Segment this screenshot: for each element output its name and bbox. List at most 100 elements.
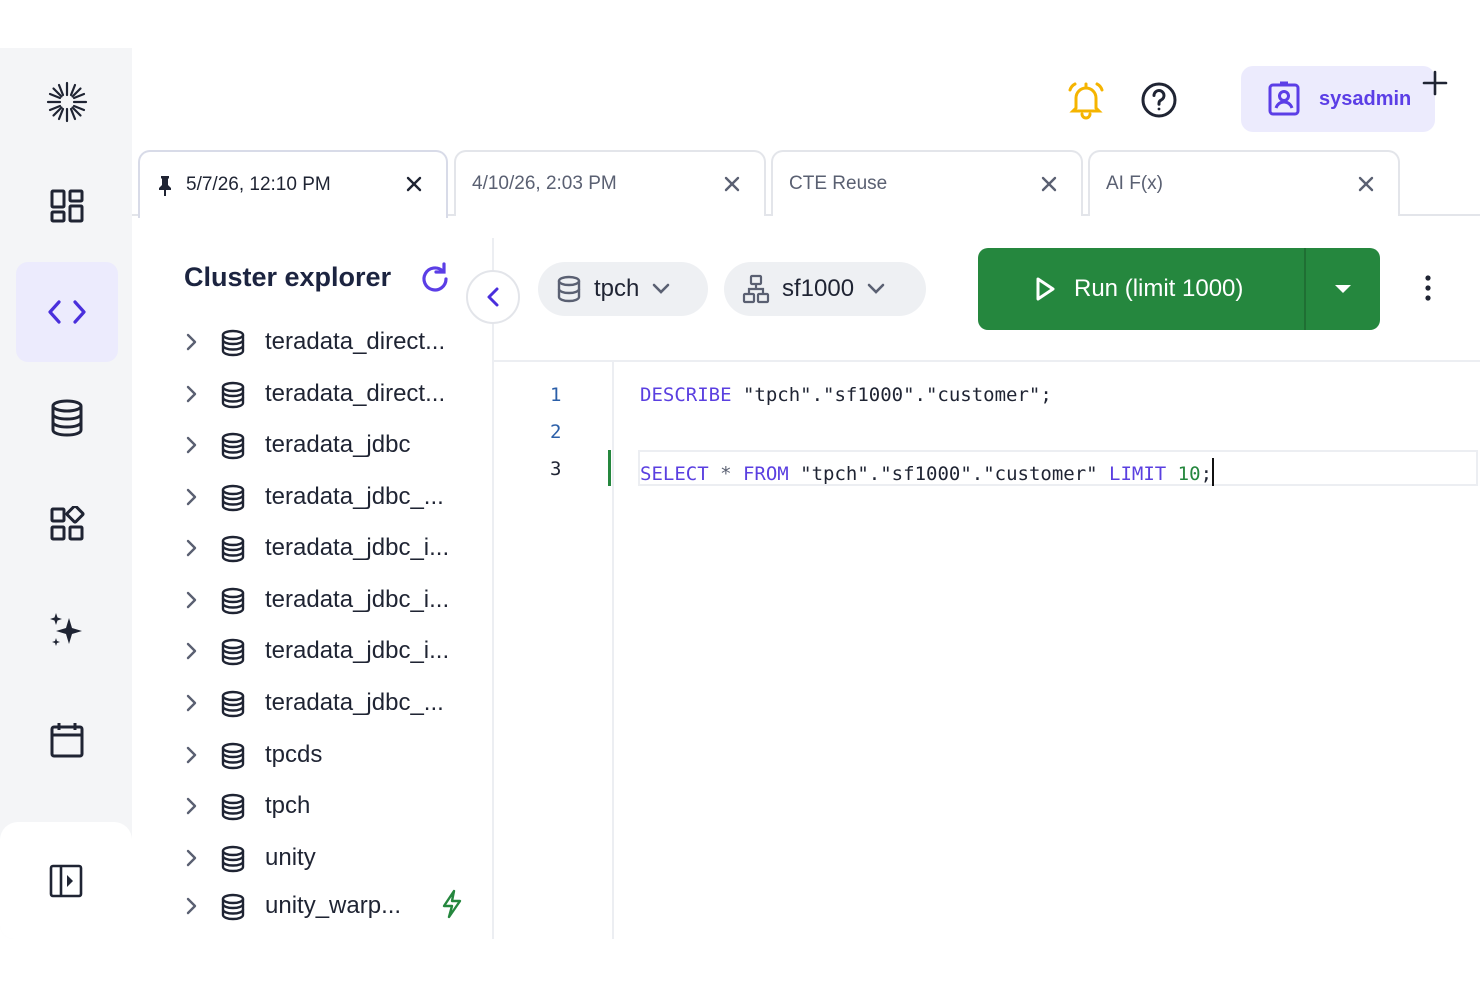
- tab-cte-reuse[interactable]: CTE Reuse: [771, 150, 1083, 216]
- catalog-name: teradata_jdbc_...: [265, 689, 444, 716]
- catalog-name: teradata_direct...: [265, 328, 446, 355]
- catalog-tree-item[interactable]: teradata_jdbc_i...: [132, 580, 492, 620]
- play-icon: [1036, 277, 1055, 301]
- notifications-bell-icon[interactable]: [1066, 80, 1106, 124]
- user-badge-icon: [1268, 81, 1300, 116]
- catalog-name: teradata_jdbc_i...: [265, 586, 450, 613]
- lightning-icon: [442, 889, 462, 919]
- database-icon: [221, 742, 245, 770]
- chevron-right-icon[interactable]: [184, 435, 198, 455]
- database-icon: [221, 587, 245, 615]
- add-tab-icon[interactable]: [1422, 70, 1448, 100]
- chevron-down-icon: [867, 283, 885, 294]
- schema-select[interactable]: sf1000: [724, 262, 926, 316]
- more-options-icon[interactable]: [1424, 274, 1432, 306]
- chevron-right-icon[interactable]: [184, 745, 198, 765]
- tab-label: AI F(x): [1106, 173, 1163, 194]
- catalog-tree-item[interactable]: teradata_direct...: [132, 322, 492, 362]
- logo-icon[interactable]: [16, 52, 118, 152]
- catalog-select[interactable]: tpch: [538, 262, 708, 316]
- cluster-explorer-title: Cluster explorer: [184, 262, 392, 292]
- chevron-right-icon[interactable]: [184, 896, 198, 916]
- database-icon: [221, 638, 245, 666]
- database-icon: [221, 845, 245, 873]
- close-icon[interactable]: [1356, 174, 1376, 194]
- tab-ai-fx[interactable]: AI F(x): [1088, 150, 1400, 216]
- catalog-tree-item[interactable]: teradata_jdbc_...: [132, 477, 492, 517]
- chevron-right-icon[interactable]: [184, 796, 198, 816]
- catalog-name: unity: [265, 844, 316, 871]
- sql-text: ;: [1200, 463, 1213, 485]
- chevron-left-icon: [487, 287, 499, 307]
- app-frame: sysadmin 5/7/26, 12:10 PM 4/10/26, 2:03 …: [0, 48, 1480, 939]
- sql-operator: *: [708, 463, 743, 485]
- collapse-explorer-button[interactable]: [466, 270, 520, 324]
- dashboard-icon[interactable]: [16, 156, 118, 256]
- tab-query-2[interactable]: 4/10/26, 2:03 PM: [454, 150, 766, 216]
- close-icon[interactable]: [404, 174, 424, 194]
- chevron-right-icon[interactable]: [184, 590, 198, 610]
- database-icon: [221, 893, 245, 921]
- run-button-group: Run (limit 1000): [978, 248, 1380, 330]
- catalog-tree-item[interactable]: teradata_jdbc_i...: [132, 528, 492, 568]
- sql-keyword: FROM: [742, 463, 789, 485]
- chevron-right-icon[interactable]: [184, 487, 198, 507]
- chevron-right-icon[interactable]: [184, 538, 198, 558]
- caret-down-icon: [1335, 285, 1351, 293]
- chevron-down-icon: [653, 283, 670, 294]
- left-rail: [0, 48, 132, 939]
- user-menu-button[interactable]: sysadmin: [1241, 66, 1435, 132]
- expand-sidebar-button[interactable]: [0, 822, 132, 939]
- text-cursor: [1212, 458, 1215, 486]
- calendar-icon[interactable]: [16, 690, 118, 790]
- catalog-name: teradata_direct...: [265, 380, 446, 407]
- line-number: 3: [550, 458, 562, 480]
- user-name: sysadmin: [1319, 87, 1412, 110]
- query-tabs: 5/7/26, 12:10 PM 4/10/26, 2:03 PM CTE Re…: [132, 150, 1480, 218]
- catalog-name: teradata_jdbc_...: [265, 483, 444, 510]
- chevron-right-icon[interactable]: [184, 641, 198, 661]
- database-icon: [221, 535, 245, 563]
- apps-icon[interactable]: [16, 474, 118, 574]
- catalog-tree-item[interactable]: unity: [132, 838, 492, 878]
- tab-label: 5/7/26, 12:10 PM: [186, 174, 331, 195]
- tab-label: CTE Reuse: [789, 173, 888, 194]
- catalog-name: teradata_jdbc_i...: [265, 637, 450, 664]
- database-icon[interactable]: [16, 368, 118, 468]
- code-line-1[interactable]: DESCRIBE "tpch"."sf1000"."customer";: [640, 384, 1052, 406]
- catalog-tree-item[interactable]: teradata_direct...: [132, 374, 492, 414]
- close-icon[interactable]: [722, 174, 742, 194]
- catalog-name: teradata_jdbc_i...: [265, 534, 450, 561]
- chevron-right-icon[interactable]: [184, 332, 198, 352]
- chevron-right-icon[interactable]: [184, 384, 198, 404]
- catalog-tree-item[interactable]: tpch: [132, 786, 492, 826]
- catalog-name: tpcds: [265, 741, 323, 768]
- sql-text: "tpch"."sf1000"."customer": [788, 463, 1110, 485]
- pin-icon[interactable]: [156, 174, 174, 196]
- close-icon[interactable]: [1039, 174, 1059, 194]
- catalog-value: tpch: [594, 275, 640, 302]
- catalog-tree-item[interactable]: teradata_jdbc: [132, 425, 492, 465]
- chevron-right-icon[interactable]: [184, 848, 198, 868]
- code-line-3[interactable]: SELECT * FROM "tpch"."sf1000"."customer"…: [640, 458, 1215, 486]
- sql-editor[interactable]: 1 2 3 DESCRIBE "tpch"."sf1000"."customer…: [494, 362, 1480, 939]
- chevron-right-icon[interactable]: [184, 693, 198, 713]
- catalog-tree-item[interactable]: tpcds: [132, 735, 492, 775]
- run-options-dropdown[interactable]: [1304, 248, 1380, 330]
- catalog-tree-item[interactable]: teradata_jdbc_i...: [132, 631, 492, 671]
- database-icon: [221, 381, 245, 409]
- sql-text: "tpch"."sf1000"."customer";: [731, 384, 1052, 406]
- catalog-name: tpch: [265, 792, 311, 819]
- refresh-icon[interactable]: [418, 262, 452, 300]
- ai-sparkle-icon[interactable]: [16, 580, 118, 680]
- catalog-tree-item[interactable]: teradata_jdbc_...: [132, 683, 492, 723]
- database-icon: [221, 432, 245, 460]
- run-button[interactable]: Run (limit 1000): [978, 248, 1304, 330]
- database-icon: [557, 275, 581, 303]
- query-editor-icon[interactable]: [16, 262, 118, 362]
- help-icon[interactable]: [1140, 81, 1178, 123]
- tab-query-1[interactable]: 5/7/26, 12:10 PM: [138, 150, 448, 218]
- editor-toolbar: tpch sf1000 Run (limit 1000): [494, 238, 1480, 362]
- catalog-tree-item[interactable]: unity_warp...: [132, 886, 492, 926]
- sql-keyword: DESCRIBE: [640, 384, 732, 406]
